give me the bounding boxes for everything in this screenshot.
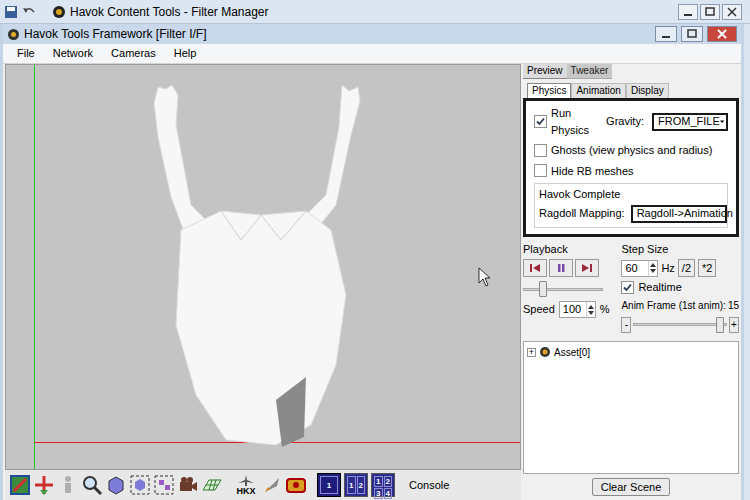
anim-frame-slider[interactable] — [633, 315, 727, 335]
close-icon[interactable] — [722, 4, 742, 20]
frame-minus-button[interactable]: - — [621, 317, 631, 333]
background-title-bar: Havok Content Tools - Filter Manager — [0, 0, 750, 24]
main-window: Havok Tools Framework [Filter I/F] File Ne… — [0, 24, 744, 500]
console-button[interactable]: Console — [409, 477, 449, 494]
gear-icon — [539, 346, 551, 358]
sub-tab[interactable]: Animation — [571, 83, 625, 98]
frame-all-icon[interactable] — [153, 474, 175, 496]
window-max-icon[interactable] — [681, 26, 703, 42]
step-size-section: Step Size60Hz/2*2RealtimeAnim Frame (1st… — [621, 241, 739, 335]
record-icon[interactable] — [285, 474, 307, 496]
tree-item[interactable]: +Asset[0] — [527, 345, 735, 360]
axis-y — [34, 65, 35, 469]
ghosts-checkbox[interactable] — [534, 144, 547, 157]
asset-tree: +Asset[0] — [523, 341, 739, 475]
tree-expander[interactable]: + — [527, 348, 536, 357]
clear-scene-button[interactable]: Clear Scene — [592, 478, 671, 496]
speed-input[interactable]: 100 — [559, 301, 596, 318]
pause-button[interactable] — [549, 259, 573, 277]
save-icon[interactable] — [4, 5, 18, 19]
playback-section: PlaybackSpeed100% — [523, 241, 615, 335]
frame-cube-icon[interactable] — [129, 474, 151, 496]
havok-logo-icon — [52, 5, 66, 19]
hkx-label[interactable]: HKX — [236, 487, 255, 496]
side-panel: PreviewTweaker PhysicsAnimationDisplayRun… — [521, 64, 741, 500]
gravity-dropdown[interactable]: FROM_FILE — [652, 113, 728, 131]
tick-icon — [623, 283, 632, 292]
bottom-toolbar: HKX 1121234 Console — [5, 470, 521, 500]
select-tool-icon[interactable] — [9, 474, 31, 496]
slider-thumb[interactable] — [716, 317, 724, 333]
spin-down-icon[interactable] — [650, 269, 656, 273]
step-button[interactable]: /2 — [678, 259, 695, 277]
menu-item[interactable]: Cameras — [111, 45, 156, 62]
menu-item[interactable]: File — [17, 45, 35, 62]
viewport[interactable] — [5, 64, 521, 470]
play-button[interactable] — [575, 259, 599, 277]
ragdoll-mapping-dropdown[interactable]: Ragdoll->Animation — [631, 205, 727, 223]
panel-tab[interactable]: Preview — [523, 64, 567, 79]
undo-icon[interactable] — [22, 5, 36, 19]
run-physics-checkbox[interactable] — [534, 115, 547, 128]
rocket-icon[interactable] — [261, 474, 283, 496]
view-layout-button[interactable]: 12 — [344, 473, 368, 497]
rewind-icon — [529, 263, 541, 273]
step-button[interactable]: *2 — [698, 259, 716, 277]
panel-tab[interactable]: Tweaker — [567, 64, 613, 79]
rewind-button[interactable] — [523, 259, 547, 277]
tick-icon — [536, 117, 545, 126]
spin-up-icon[interactable] — [650, 263, 656, 267]
camera-icon[interactable] — [177, 474, 199, 496]
physics-box: Run PhysicsGravity:FROM_FILEGhosts (view… — [523, 98, 739, 237]
hide-rb-checkbox[interactable] — [534, 164, 547, 177]
window-close-icon[interactable] — [707, 26, 737, 42]
min-icon[interactable] — [678, 4, 698, 20]
sub-tab[interactable]: Display — [626, 83, 669, 98]
menu-bar: File Network Cameras Help — [3, 44, 741, 64]
zoom-icon[interactable] — [81, 474, 103, 496]
character-model-icon — [6, 65, 521, 470]
title-bar: Havok Tools Framework [Filter I/F] — [3, 24, 741, 44]
dropdown-arrow-icon — [720, 119, 724, 125]
slider-thumb[interactable] — [539, 281, 547, 297]
playback-slider[interactable] — [523, 279, 603, 299]
grid-icon[interactable] — [201, 474, 223, 496]
window-title: Havok Tools Framework [Filter I/F] — [24, 25, 206, 43]
menu-item[interactable]: Help — [174, 45, 197, 62]
menu-item[interactable]: Network — [53, 45, 93, 62]
window-min-icon[interactable] — [655, 26, 677, 42]
step-size-input[interactable]: 60 — [621, 260, 658, 277]
play-icon — [581, 263, 593, 273]
app-icon — [7, 28, 20, 41]
frame-plus-button[interactable]: + — [729, 317, 739, 333]
realtime-checkbox[interactable] — [621, 281, 634, 294]
pause-icon — [555, 263, 567, 273]
havok-complete-group: Havok CompleteRagdoll Mapping:Ragdoll->A… — [534, 183, 728, 228]
view-layout-button[interactable]: 1 — [317, 473, 341, 497]
screen: Havok Content Tools - Filter Manager Havo… — [0, 0, 750, 500]
figure-tool-icon[interactable] — [57, 474, 79, 496]
plane-icon[interactable] — [238, 475, 254, 487]
sub-tab[interactable]: Physics — [527, 83, 571, 98]
spin-up-icon[interactable] — [588, 305, 594, 309]
view-layout-button[interactable]: 1234 — [371, 473, 395, 497]
background-window-title: Havok Content Tools - Filter Manager — [70, 3, 269, 21]
cube-icon[interactable] — [105, 474, 127, 496]
spin-down-icon[interactable] — [588, 311, 594, 315]
move-tool-icon[interactable] — [33, 474, 55, 496]
max-icon[interactable] — [700, 4, 720, 20]
